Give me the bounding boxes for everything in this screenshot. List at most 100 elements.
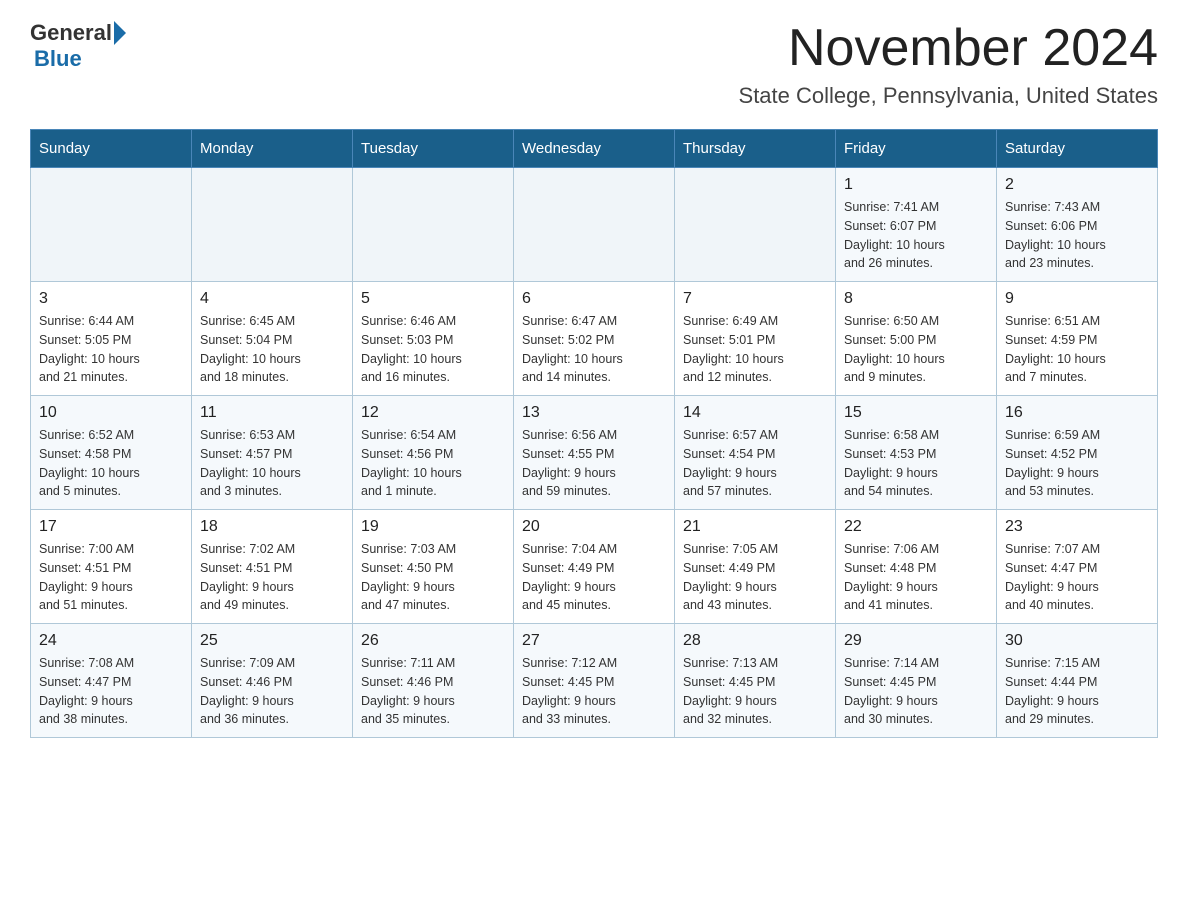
title-section: November 2024 State College, Pennsylvani… (739, 20, 1158, 109)
calendar-cell: 28Sunrise: 7:13 AMSunset: 4:45 PMDayligh… (675, 624, 836, 738)
calendar-cell (192, 168, 353, 282)
calendar-cell: 17Sunrise: 7:00 AMSunset: 4:51 PMDayligh… (31, 510, 192, 624)
calendar-cell: 20Sunrise: 7:04 AMSunset: 4:49 PMDayligh… (514, 510, 675, 624)
calendar-week-row: 10 Sunrise: 6:52 AMSunset: 4:58 PMDayligh… (31, 396, 1158, 510)
day-info: Sunrise: 6:54 AMSunset: 4:56 PMDaylight:… (361, 426, 505, 501)
day-info: Sunrise: 7:08 AMSunset: 4:47 PMDaylight:… (39, 654, 183, 729)
day-info: Sunrise: 6:56 AMSunset: 4:55 PMDaylight:… (522, 426, 666, 501)
calendar-cell: 10 Sunrise: 6:52 AMSunset: 4:58 PMDayligh… (31, 396, 192, 510)
calendar-cell: 3 Sunrise: 6:44 AMSunset: 5:05 PMDaylight… (31, 282, 192, 396)
calendar-cell: 2Sunrise: 7:43 AMSunset: 6:06 PMDaylight… (997, 168, 1158, 282)
day-info: Sunrise: 6:59 AMSunset: 4:52 PMDaylight:… (1005, 426, 1149, 501)
day-number: 11 (200, 404, 344, 422)
day-number: 8 (844, 290, 988, 308)
day-info: Sunrise: 6:52 AMSunset: 4:58 PMDaylight:… (39, 426, 183, 501)
day-info: Sunrise: 6:53 AMSunset: 4:57 PMDaylight:… (200, 426, 344, 501)
day-number: 22 (844, 518, 988, 536)
calendar-header-tuesday: Tuesday (353, 130, 514, 168)
day-info: Sunrise: 7:02 AMSunset: 4:51 PMDaylight:… (200, 540, 344, 615)
day-number: 4 (200, 290, 344, 308)
calendar-cell: 16 Sunrise: 6:59 AMSunset: 4:52 PMDayligh… (997, 396, 1158, 510)
day-info: Sunrise: 6:49 AMSunset: 5:01 PMDaylight:… (683, 312, 827, 387)
calendar-cell: 23Sunrise: 7:07 AMSunset: 4:47 PMDayligh… (997, 510, 1158, 624)
day-number: 17 (39, 518, 183, 536)
day-number: 21 (683, 518, 827, 536)
calendar-cell: 1 Sunrise: 7:41 AMSunset: 6:07 PMDaylight… (836, 168, 997, 282)
calendar-cell: 27Sunrise: 7:12 AMSunset: 4:45 PMDayligh… (514, 624, 675, 738)
day-info: Sunrise: 7:41 AMSunset: 6:07 PMDaylight:… (844, 198, 988, 273)
page-header: General Blue November 2024 State College… (30, 20, 1158, 109)
day-number: 30 (1005, 632, 1149, 650)
day-info: Sunrise: 7:43 AMSunset: 6:06 PMDaylight:… (1005, 198, 1149, 273)
day-number: 24 (39, 632, 183, 650)
calendar-cell: 11 Sunrise: 6:53 AMSunset: 4:57 PMDayligh… (192, 396, 353, 510)
day-number: 7 (683, 290, 827, 308)
day-info: Sunrise: 7:11 AMSunset: 4:46 PMDaylight:… (361, 654, 505, 729)
day-number: 1 (844, 176, 988, 194)
calendar-table: SundayMondayTuesdayWednesdayThursdayFrid… (30, 129, 1158, 738)
calendar-header-friday: Friday (836, 130, 997, 168)
calendar-cell (31, 168, 192, 282)
calendar-cell (675, 168, 836, 282)
day-number: 10 (39, 404, 183, 422)
calendar-cell (353, 168, 514, 282)
calendar-cell: 7 Sunrise: 6:49 AMSunset: 5:01 PMDaylight… (675, 282, 836, 396)
calendar-header-saturday: Saturday (997, 130, 1158, 168)
day-info: Sunrise: 7:14 AMSunset: 4:45 PMDaylight:… (844, 654, 988, 729)
logo-general-text: General (30, 20, 112, 46)
calendar-cell: 25 Sunrise: 7:09 AMSunset: 4:46 PMDayligh… (192, 624, 353, 738)
calendar-cell: 24 Sunrise: 7:08 AMSunset: 4:47 PMDayligh… (31, 624, 192, 738)
day-info: Sunrise: 6:46 AMSunset: 5:03 PMDaylight:… (361, 312, 505, 387)
day-number: 3 (39, 290, 183, 308)
day-info: Sunrise: 7:15 AMSunset: 4:44 PMDaylight:… (1005, 654, 1149, 729)
calendar-week-row: 1 Sunrise: 7:41 AMSunset: 6:07 PMDaylight… (31, 168, 1158, 282)
calendar-header-wednesday: Wednesday (514, 130, 675, 168)
calendar-cell: 8 Sunrise: 6:50 AMSunset: 5:00 PMDaylight… (836, 282, 997, 396)
day-info: Sunrise: 7:06 AMSunset: 4:48 PMDaylight:… (844, 540, 988, 615)
calendar-cell: 14Sunrise: 6:57 AMSunset: 4:54 PMDayligh… (675, 396, 836, 510)
calendar-cell (514, 168, 675, 282)
day-number: 28 (683, 632, 827, 650)
calendar-header-row: SundayMondayTuesdayWednesdayThursdayFrid… (31, 130, 1158, 168)
day-info: Sunrise: 6:51 AMSunset: 4:59 PMDaylight:… (1005, 312, 1149, 387)
day-info: Sunrise: 7:09 AMSunset: 4:46 PMDaylight:… (200, 654, 344, 729)
day-number: 29 (844, 632, 988, 650)
calendar-header-thursday: Thursday (675, 130, 836, 168)
calendar-cell: 13 Sunrise: 6:56 AMSunset: 4:55 PMDayligh… (514, 396, 675, 510)
calendar-week-row: 17Sunrise: 7:00 AMSunset: 4:51 PMDayligh… (31, 510, 1158, 624)
day-number: 6 (522, 290, 666, 308)
calendar-header-monday: Monday (192, 130, 353, 168)
day-info: Sunrise: 6:58 AMSunset: 4:53 PMDaylight:… (844, 426, 988, 501)
calendar-cell: 15 Sunrise: 6:58 AMSunset: 4:53 PMDayligh… (836, 396, 997, 510)
day-number: 16 (1005, 404, 1149, 422)
logo: General Blue (30, 20, 126, 72)
day-info: Sunrise: 7:07 AMSunset: 4:47 PMDaylight:… (1005, 540, 1149, 615)
day-number: 27 (522, 632, 666, 650)
day-number: 20 (522, 518, 666, 536)
month-year-title: November 2024 (739, 20, 1158, 77)
day-number: 25 (200, 632, 344, 650)
day-number: 12 (361, 404, 505, 422)
day-number: 19 (361, 518, 505, 536)
day-number: 13 (522, 404, 666, 422)
calendar-cell: 19 Sunrise: 7:03 AMSunset: 4:50 PMDayligh… (353, 510, 514, 624)
day-info: Sunrise: 6:44 AMSunset: 5:05 PMDaylight:… (39, 312, 183, 387)
day-info: Sunrise: 7:03 AMSunset: 4:50 PMDaylight:… (361, 540, 505, 615)
logo-arrow-icon (114, 21, 126, 45)
day-number: 18 (200, 518, 344, 536)
calendar-cell: 6Sunrise: 6:47 AMSunset: 5:02 PMDaylight… (514, 282, 675, 396)
calendar-week-row: 3 Sunrise: 6:44 AMSunset: 5:05 PMDaylight… (31, 282, 1158, 396)
day-number: 15 (844, 404, 988, 422)
day-number: 26 (361, 632, 505, 650)
day-number: 9 (1005, 290, 1149, 308)
logo-blue-text: Blue (34, 46, 82, 72)
calendar-cell: 4Sunrise: 6:45 AMSunset: 5:04 PMDaylight… (192, 282, 353, 396)
day-info: Sunrise: 6:57 AMSunset: 4:54 PMDaylight:… (683, 426, 827, 501)
calendar-week-row: 24 Sunrise: 7:08 AMSunset: 4:47 PMDayligh… (31, 624, 1158, 738)
location-subtitle: State College, Pennsylvania, United Stat… (739, 83, 1158, 109)
calendar-cell: 9 Sunrise: 6:51 AMSunset: 4:59 PMDaylight… (997, 282, 1158, 396)
calendar-cell: 21Sunrise: 7:05 AMSunset: 4:49 PMDayligh… (675, 510, 836, 624)
day-info: Sunrise: 6:50 AMSunset: 5:00 PMDaylight:… (844, 312, 988, 387)
calendar-cell: 5Sunrise: 6:46 AMSunset: 5:03 PMDaylight… (353, 282, 514, 396)
calendar-cell: 26 Sunrise: 7:11 AMSunset: 4:46 PMDayligh… (353, 624, 514, 738)
